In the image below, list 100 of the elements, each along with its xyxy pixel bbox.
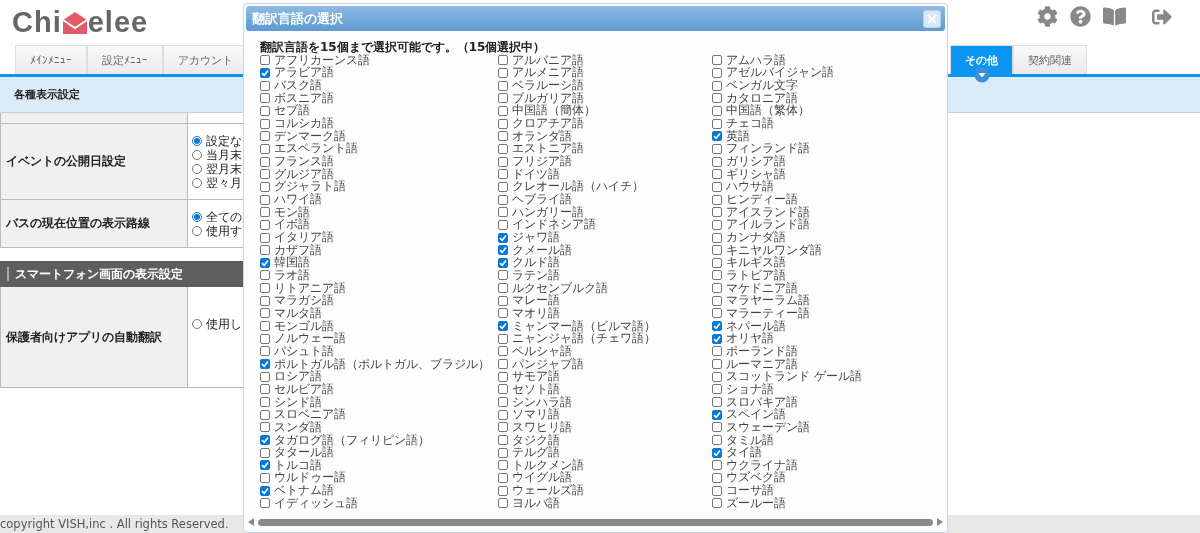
radio-button[interactable] (192, 163, 202, 174)
checkbox[interactable] (712, 359, 722, 370)
checkbox[interactable] (498, 397, 508, 408)
checkbox[interactable] (260, 118, 270, 129)
radio-button[interactable] (192, 225, 202, 236)
checkbox[interactable] (498, 105, 508, 116)
checkbox[interactable] (260, 384, 270, 395)
checkbox[interactable] (260, 207, 270, 218)
book-icon[interactable] (1103, 5, 1126, 28)
checkbox[interactable] (260, 105, 270, 116)
checkbox[interactable] (712, 346, 722, 357)
checkbox[interactable] (712, 68, 722, 78)
checkbox[interactable] (712, 397, 722, 408)
checkbox[interactable] (260, 397, 270, 408)
checkbox[interactable] (498, 409, 508, 420)
checkbox[interactable] (498, 194, 508, 205)
checkbox[interactable] (260, 283, 270, 294)
checkbox[interactable] (712, 219, 722, 230)
radio-button[interactable] (192, 211, 202, 222)
checkbox[interactable] (712, 156, 722, 167)
checkbox[interactable] (712, 498, 722, 509)
checkbox[interactable] (260, 371, 270, 382)
checkbox[interactable] (498, 460, 508, 471)
checkbox[interactable] (712, 270, 722, 281)
checkbox[interactable] (712, 473, 722, 483)
checkbox[interactable] (712, 295, 722, 306)
checkbox[interactable] (712, 321, 722, 332)
checkbox[interactable] (260, 321, 270, 332)
checkbox[interactable] (498, 308, 508, 319)
checkbox[interactable] (712, 131, 722, 142)
checkbox[interactable] (712, 257, 722, 268)
checkbox[interactable] (712, 118, 722, 129)
checkbox[interactable] (498, 245, 508, 256)
checkbox[interactable] (712, 435, 722, 445)
checkbox[interactable] (260, 460, 270, 471)
checkbox[interactable] (260, 346, 270, 357)
radio-button[interactable] (192, 319, 202, 329)
help-icon[interactable] (1070, 6, 1091, 27)
horizontal-scrollbar[interactable] (246, 517, 945, 527)
checkbox[interactable] (260, 498, 270, 509)
checkbox[interactable] (712, 105, 722, 116)
checkbox[interactable] (260, 131, 270, 142)
checkbox[interactable] (498, 371, 508, 382)
checkbox[interactable] (498, 422, 508, 433)
checkbox[interactable] (260, 156, 270, 167)
radio-button[interactable] (192, 149, 202, 160)
scroll-right-icon[interactable] (937, 518, 943, 526)
scroll-left-icon[interactable] (248, 518, 254, 526)
checkbox[interactable] (498, 169, 508, 180)
checkbox[interactable] (712, 181, 722, 192)
checkbox[interactable] (498, 143, 508, 154)
checkbox[interactable] (498, 156, 508, 167)
checkbox[interactable] (498, 321, 508, 332)
checkbox[interactable] (498, 118, 508, 129)
checkbox[interactable] (498, 283, 508, 294)
checkbox[interactable] (498, 270, 508, 281)
checkbox[interactable] (498, 55, 508, 66)
checkbox[interactable] (498, 207, 508, 218)
tab[interactable]: 設定ﾒﾆｭｰ (87, 45, 163, 74)
checkbox[interactable] (712, 447, 722, 458)
checkbox[interactable] (260, 359, 270, 370)
checkbox[interactable] (498, 485, 508, 496)
checkbox[interactable] (260, 270, 270, 281)
checkbox[interactable] (260, 447, 270, 458)
checkbox[interactable] (498, 498, 508, 509)
checkbox[interactable] (712, 143, 722, 154)
checkbox[interactable] (712, 207, 722, 218)
checkbox[interactable] (260, 169, 270, 180)
checkbox[interactable] (498, 80, 508, 91)
checkbox[interactable] (712, 232, 722, 243)
radio-button[interactable] (192, 135, 202, 146)
checkbox[interactable] (260, 194, 270, 205)
radio-button[interactable] (192, 177, 202, 188)
checkbox[interactable] (260, 232, 270, 243)
checkbox[interactable] (260, 422, 270, 433)
checkbox[interactable] (712, 384, 722, 395)
checkbox[interactable] (498, 219, 508, 230)
checkbox[interactable] (498, 93, 508, 104)
checkbox[interactable] (712, 485, 722, 496)
checkbox[interactable] (260, 219, 270, 230)
checkbox[interactable] (712, 409, 722, 420)
checkbox[interactable] (712, 55, 722, 66)
checkbox[interactable] (260, 68, 270, 78)
checkbox[interactable] (712, 333, 722, 344)
checkbox[interactable] (712, 308, 722, 319)
checkbox[interactable] (712, 245, 722, 256)
checkbox[interactable] (498, 257, 508, 268)
checkbox[interactable] (712, 422, 722, 433)
checkbox[interactable] (260, 257, 270, 268)
tab[interactable]: その他 (950, 45, 1013, 74)
checkbox[interactable] (712, 194, 722, 205)
checkbox[interactable] (498, 473, 508, 483)
checkbox[interactable] (498, 68, 508, 78)
checkbox[interactable] (712, 80, 722, 91)
checkbox[interactable] (260, 409, 270, 420)
checkbox[interactable] (498, 346, 508, 357)
checkbox[interactable] (498, 447, 508, 458)
settings-icon[interactable] (1037, 6, 1058, 27)
checkbox[interactable] (260, 245, 270, 256)
checkbox[interactable] (498, 131, 508, 142)
